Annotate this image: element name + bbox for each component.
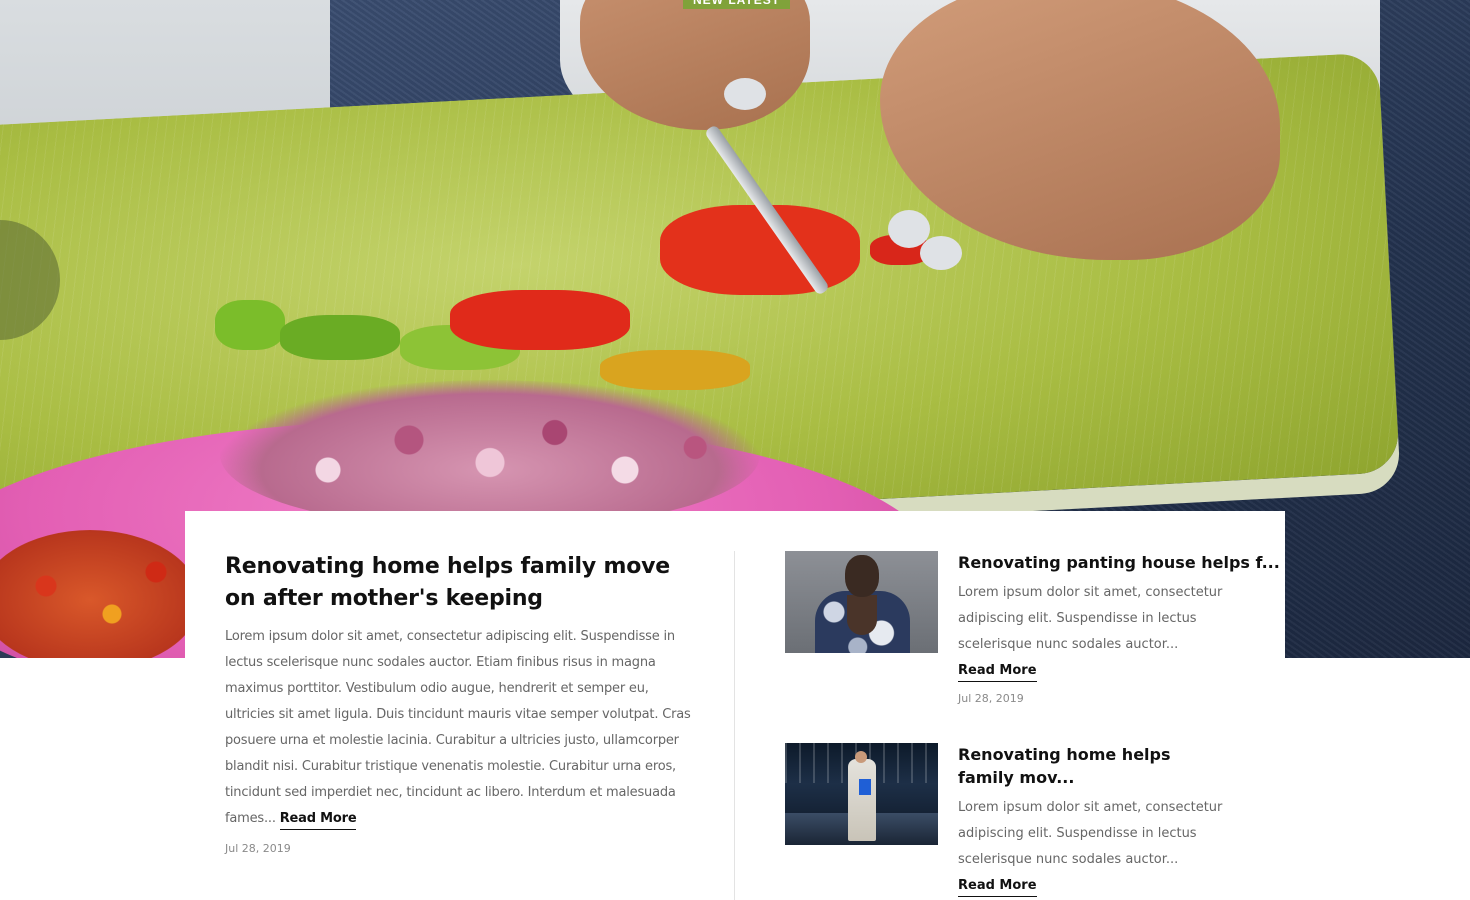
chopped-pepper <box>600 350 750 390</box>
side-post-title[interactable]: Renovating panting house helps f... <box>958 551 1280 574</box>
chopped-pepper <box>450 290 630 350</box>
chopped-pepper <box>660 205 860 295</box>
main-post-date: Jul 28, 2019 <box>225 842 291 855</box>
thumb-model-head <box>855 751 867 763</box>
fingernail <box>724 78 766 110</box>
read-more-link[interactable]: Read More <box>958 878 1037 897</box>
side-post-read-more-wrap: Read More <box>958 663 1248 682</box>
chopped-pepper <box>215 300 285 350</box>
new-latest-badge[interactable]: NEW LATEST <box>683 0 791 9</box>
side-post-body: Renovating panting house helps f... Lore… <box>958 551 1280 705</box>
column-divider <box>734 551 735 900</box>
read-more-link[interactable]: Read More <box>279 811 357 830</box>
thumb-figure-head <box>845 555 879 597</box>
side-post-excerpt: Lorem ipsum dolor sit amet, consectetur … <box>958 800 1223 867</box>
side-post-title[interactable]: Renovating home helps family mov... <box>958 743 1218 789</box>
side-post-read-more-wrap: Read More <box>958 878 1248 897</box>
main-post-title[interactable]: Renovating home helps family move on aft… <box>225 551 700 615</box>
main-post: Renovating home helps family move on aft… <box>225 551 700 855</box>
fingernail <box>920 236 962 270</box>
thumb-bag <box>859 779 871 795</box>
main-post-excerpt: Lorem ipsum dolor sit amet, consectetur … <box>225 624 700 832</box>
side-post-excerpt: Lorem ipsum dolor sit amet, consectetur … <box>958 585 1223 652</box>
side-post-date: Jul 28, 2019 <box>958 692 1024 705</box>
read-more-link[interactable]: Read More <box>958 663 1037 682</box>
main-post-excerpt-text: Lorem ipsum dolor sit amet, consectetur … <box>225 629 691 826</box>
chopped-onions <box>220 380 760 530</box>
chopped-pepper <box>280 315 400 360</box>
thumb-figure-chest <box>847 595 877 635</box>
thumb-model <box>848 759 876 841</box>
side-post-thumbnail[interactable] <box>785 551 938 653</box>
side-post-thumbnail[interactable] <box>785 743 938 845</box>
side-post-body: Renovating home helps family mov... Lore… <box>958 743 1248 897</box>
